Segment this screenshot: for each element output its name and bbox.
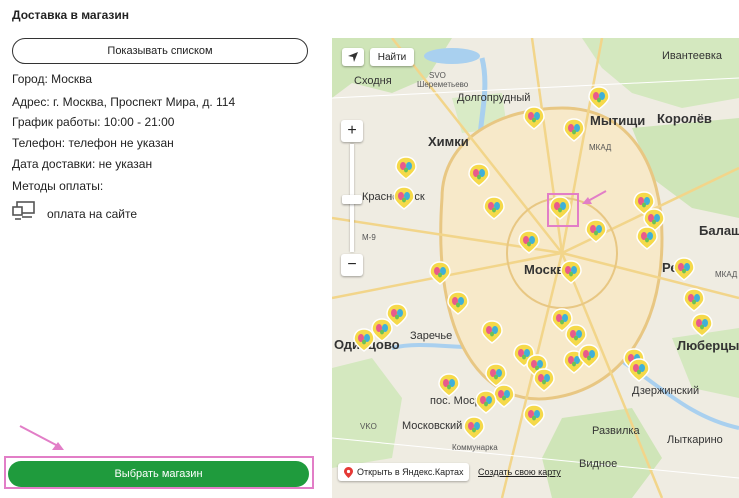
- store-schedule: График работы: 10:00 - 21:00: [12, 115, 175, 129]
- store-delivery-date: Дата доставки: не указан: [12, 157, 153, 171]
- store-pin[interactable]: [627, 358, 651, 382]
- store-pin[interactable]: [584, 219, 608, 243]
- store-pin[interactable]: [394, 156, 418, 180]
- map[interactable]: Сходня SVO Шереметьево Долгопрудный Иван…: [332, 38, 739, 498]
- store-pin[interactable]: [482, 196, 506, 220]
- zoom-slider-handle[interactable]: [342, 195, 362, 204]
- map-label-dolgoprudny: Долгопрудный: [457, 92, 531, 104]
- computer-icon: [12, 201, 36, 226]
- store-city: Город: Москва: [12, 72, 93, 86]
- selected-store-highlight: [547, 193, 579, 227]
- payment-method-row: оплата на сайте: [12, 201, 137, 226]
- store-pin[interactable]: [517, 230, 541, 254]
- map-label-mytishchi: Мытищи: [590, 113, 646, 128]
- map-label-svo: SVO: [429, 71, 446, 80]
- payment-method-text: оплата на сайте: [47, 206, 137, 221]
- find-button[interactable]: Найти: [370, 48, 414, 66]
- pointer-arrow-icon: [19, 425, 64, 450]
- map-label-korolev: Королёв: [657, 111, 712, 126]
- show-as-list-button[interactable]: Показывать списком: [12, 38, 308, 64]
- store-pin[interactable]: [577, 344, 601, 368]
- store-pin[interactable]: [532, 368, 556, 392]
- map-label-razvilka: Развилка: [592, 425, 640, 437]
- select-store-button[interactable]: Выбрать магазин: [8, 461, 309, 487]
- map-label-mkad-east: МКАД: [715, 270, 738, 279]
- map-label-vidnoye: Видное: [579, 458, 618, 470]
- store-pin[interactable]: [559, 260, 583, 284]
- store-pin[interactable]: [437, 373, 461, 397]
- store-pin[interactable]: [462, 416, 486, 440]
- map-label-lyubertsy: Люберцы: [677, 338, 739, 353]
- store-pin[interactable]: [446, 291, 470, 315]
- store-pin[interactable]: [587, 86, 611, 110]
- geolocation-button[interactable]: [342, 48, 364, 66]
- navigation-arrow-icon: [348, 52, 358, 62]
- open-in-yandex-link[interactable]: Открыть в Яндекс.Картах: [338, 463, 470, 481]
- map-label-balashikha: Балаши: [699, 223, 739, 238]
- zoom-in-button[interactable]: +: [341, 120, 363, 142]
- map-label-vko: VKO: [360, 422, 377, 431]
- store-pin[interactable]: [522, 404, 546, 428]
- open-in-yandex-label: Открыть в Яндекс.Картах: [357, 467, 464, 477]
- page-title: Доставка в магазин: [12, 8, 129, 22]
- map-label-moskovsky: Московский: [402, 420, 463, 432]
- map-label-khimki: Химки: [428, 134, 469, 149]
- pointer-arrow-map-icon: [582, 190, 607, 204]
- store-pin[interactable]: [690, 313, 714, 337]
- store-pin[interactable]: [428, 261, 452, 285]
- map-label-lytkarino: Лыткарино: [667, 434, 723, 446]
- store-pin[interactable]: [682, 288, 706, 312]
- store-pin[interactable]: [635, 226, 659, 250]
- store-pin[interactable]: [672, 257, 696, 281]
- zoom-out-button[interactable]: −: [341, 254, 363, 276]
- store-pin[interactable]: [467, 163, 491, 187]
- map-label-m9: M-9: [362, 233, 376, 242]
- store-pin[interactable]: [474, 390, 498, 414]
- store-pin[interactable]: [522, 106, 546, 130]
- store-pin[interactable]: [480, 320, 504, 344]
- map-label-sheremetyevo: Шереметьево: [417, 80, 469, 89]
- map-label-ivanteevka: Ивантеевка: [662, 50, 722, 62]
- create-map-link[interactable]: Создать свою карту: [478, 467, 561, 477]
- payment-methods-label: Методы оплаты:: [12, 179, 104, 193]
- map-label-skhodnya: Сходня: [354, 75, 392, 87]
- store-pin[interactable]: [562, 118, 586, 142]
- store-address: Адрес: г. Москва, Проспект Мира, д. 114: [12, 95, 236, 109]
- map-label-mkad-north: МКАД: [589, 143, 612, 152]
- map-label-dzerzhinsky: Дзержинский: [632, 385, 700, 397]
- map-label-zarechye: Заречье: [410, 330, 453, 342]
- store-phone: Телефон: телефон не указан: [12, 136, 174, 150]
- map-pin-icon: [344, 466, 353, 478]
- store-pin[interactable]: [392, 186, 416, 210]
- map-label-kommunarka: Коммунарка: [452, 443, 498, 452]
- store-pin[interactable]: [352, 328, 376, 352]
